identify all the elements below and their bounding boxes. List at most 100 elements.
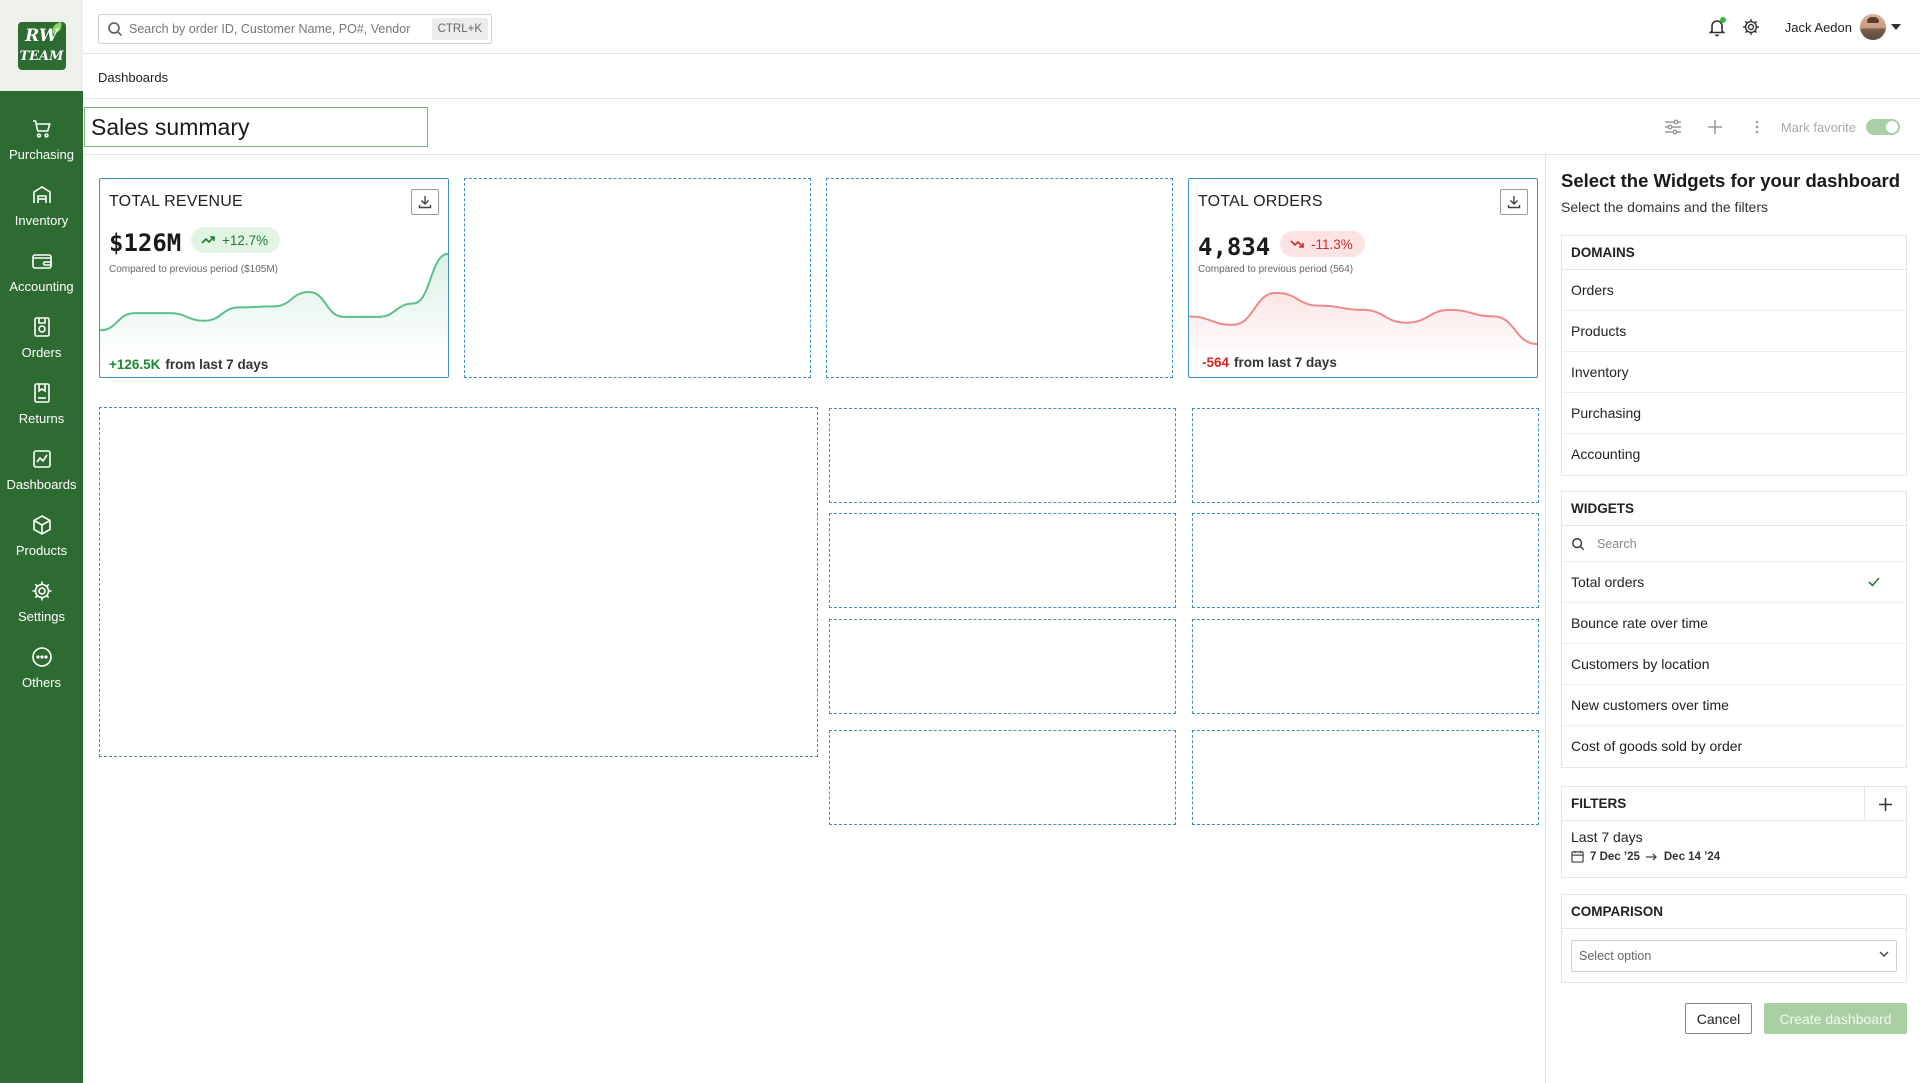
logo-text-rw: RW — [25, 25, 58, 46]
widget-item-total-orders[interactable]: Total orders — [1562, 562, 1906, 603]
widget-item-bounce-rate[interactable]: Bounce rate over time — [1562, 603, 1906, 644]
widgets-section: WIDGETS Total orders Bounce rate over ti… — [1561, 491, 1907, 768]
download-button[interactable] — [411, 189, 439, 215]
logo-area[interactable]: RW TEAM — [0, 0, 83, 91]
total-revenue-widget[interactable]: TOTAL REVENUE $126M +12.7% Compared to p… — [99, 178, 449, 378]
change-badge: -11.3% — [1280, 231, 1365, 257]
widget-slot[interactable] — [1192, 619, 1539, 714]
kebab-icon — [1755, 120, 1759, 134]
domain-item-products[interactable]: Products — [1562, 311, 1906, 352]
orders-icon — [33, 317, 50, 337]
cancel-button[interactable]: Cancel — [1685, 1003, 1752, 1034]
widget-item-cogs-by-order[interactable]: Cost of goods sold by order — [1562, 726, 1906, 767]
breadcrumb: Dashboards — [83, 54, 1920, 99]
mark-favorite-label: Mark favorite — [1780, 119, 1856, 135]
top-actions: Jack Aedon — [1705, 0, 1920, 54]
widget-item-label: New customers over time — [1571, 697, 1729, 713]
download-button[interactable] — [1500, 189, 1528, 215]
sidebar-item-products[interactable]: Products — [0, 513, 83, 579]
logo: RW TEAM — [17, 21, 66, 70]
widget-value: 4,834 — [1198, 233, 1271, 261]
date-to: Dec 14 ’24 — [1663, 850, 1721, 863]
widget-item-new-customers[interactable]: New customers over time — [1562, 685, 1906, 726]
change-value: -11.3% — [1311, 236, 1353, 252]
mark-favorite-toggle[interactable] — [1866, 119, 1900, 135]
widget-slot[interactable] — [829, 408, 1176, 503]
plus-icon — [1707, 120, 1722, 134]
widget-slot[interactable] — [829, 730, 1176, 825]
panel-subtitle: Select the domains and the filters — [1561, 199, 1769, 215]
chart-icon — [32, 450, 51, 468]
settings-button[interactable] — [1739, 15, 1763, 39]
trend-down-icon — [1290, 240, 1304, 248]
more-options-button[interactable] — [1745, 115, 1769, 139]
filters-header: FILTERS — [1571, 796, 1627, 811]
sidebar-item-orders[interactable]: Orders — [0, 315, 83, 381]
sidebar-item-accounting[interactable]: Accounting — [0, 249, 83, 315]
widget-item-customers-by-location[interactable]: Customers by location — [1562, 644, 1906, 685]
widget-slot[interactable] — [829, 619, 1176, 714]
breadcrumb-dashboards[interactable]: Dashboards — [98, 70, 168, 85]
delta-value: +126.5K — [109, 357, 161, 372]
sidebar-item-label: Products — [15, 543, 68, 558]
download-icon — [418, 196, 432, 209]
widget-slot[interactable] — [1192, 730, 1539, 825]
widget-footer: -564 from last 7 days — [1202, 355, 1337, 370]
gear-icon — [32, 581, 51, 601]
filter-item[interactable]: Last 7 days 7 Dec ’25 Dec 14 ’24 — [1562, 821, 1906, 877]
add-filter-button[interactable] — [1864, 787, 1906, 821]
compare-text: Compared to previous period (564) — [1198, 264, 1354, 275]
dashboard-title-input[interactable]: Sales summary — [84, 107, 428, 147]
comparison-select[interactable]: Select option — [1571, 940, 1897, 972]
create-dashboard-button[interactable]: Create dashboard — [1764, 1003, 1907, 1034]
search-icon — [108, 22, 123, 37]
widget-slot[interactable] — [464, 178, 811, 378]
sidebar-item-settings[interactable]: Settings — [0, 579, 83, 645]
add-widget-button[interactable] — [1703, 115, 1727, 139]
avatar[interactable] — [1860, 14, 1886, 40]
notifications-button[interactable] — [1705, 15, 1729, 39]
section-header: DOMAINS — [1562, 236, 1906, 270]
delta-value: -564 — [1202, 355, 1230, 370]
widget-slot-large[interactable] — [99, 407, 818, 757]
download-icon — [1507, 196, 1521, 209]
sidebar-item-purchasing[interactable]: Purchasing — [0, 117, 83, 183]
user-menu-button[interactable] — [1886, 15, 1906, 39]
select-placeholder: Select option — [1579, 949, 1652, 963]
search-input[interactable] — [129, 22, 429, 36]
widget-search-input[interactable] — [1597, 536, 1857, 551]
domain-item-inventory[interactable]: Inventory — [1562, 352, 1906, 393]
sidebar-item-label: Returns — [18, 411, 65, 426]
sidebar-item-label: Purchasing — [8, 147, 75, 162]
domain-item-accounting[interactable]: Accounting — [1562, 434, 1906, 475]
domain-item-purchasing[interactable]: Purchasing — [1562, 393, 1906, 434]
trend-up-icon — [201, 236, 215, 244]
adjust-button[interactable] — [1661, 115, 1685, 139]
widget-selection-panel: Select the Widgets for your dashboard Se… — [1545, 155, 1920, 1083]
plus-icon — [1879, 797, 1892, 811]
widget-search[interactable] — [1562, 526, 1906, 562]
sparkline-area — [1189, 292, 1537, 359]
widget-item-label: Total orders — [1571, 574, 1645, 590]
user-name[interactable]: Jack Aedon — [1785, 20, 1852, 35]
widget-title: TOTAL REVENUE — [109, 193, 243, 210]
panel-title: Select the Widgets for your dashboard — [1561, 170, 1901, 191]
widget-footer: +126.5K from last 7 days — [109, 357, 268, 372]
widget-slot[interactable] — [1192, 513, 1539, 608]
total-orders-widget[interactable]: TOTAL ORDERS 4,834 -11.3% Compared to pr… — [1188, 178, 1538, 378]
section-header: COMPARISON — [1562, 895, 1906, 929]
more-icon — [31, 647, 52, 667]
sidebar-item-inventory[interactable]: Inventory — [0, 183, 83, 249]
domains-section: DOMAINS Orders Products Inventory Purcha… — [1561, 235, 1907, 476]
widget-item-label: Cost of goods sold by order — [1571, 738, 1743, 754]
sidebar-item-returns[interactable]: Returns — [0, 381, 83, 447]
domain-item-orders[interactable]: Orders — [1562, 270, 1906, 311]
date-from: 7 Dec ’25 — [1590, 850, 1640, 863]
widget-slot[interactable] — [1192, 408, 1539, 503]
returns-icon — [33, 383, 50, 403]
sidebar-item-others[interactable]: Others — [0, 645, 83, 711]
global-search[interactable]: CTRL+K — [98, 14, 492, 44]
widget-slot[interactable] — [829, 513, 1176, 608]
widget-slot[interactable] — [826, 178, 1173, 378]
sidebar-item-dashboards[interactable]: Dashboards — [0, 447, 83, 513]
